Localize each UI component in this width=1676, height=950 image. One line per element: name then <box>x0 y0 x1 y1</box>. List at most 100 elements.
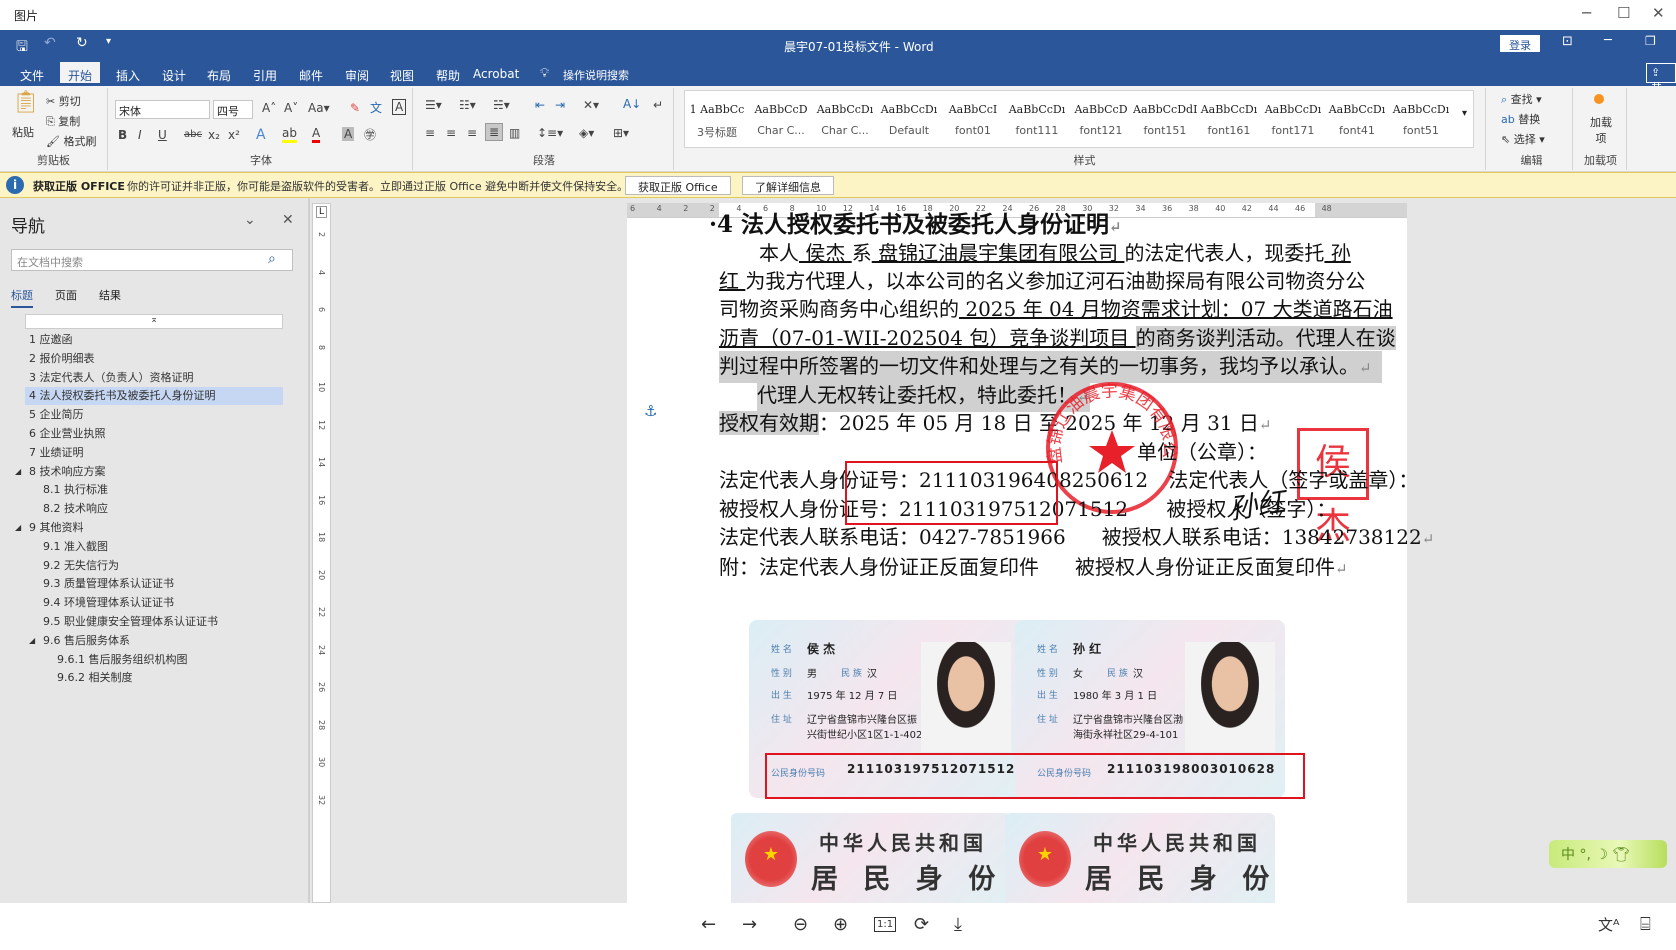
style-font151[interactable]: AaBbCcDdI font151 <box>1133 97 1197 147</box>
tab-review[interactable]: 审阅 <box>337 65 377 86</box>
highlight-icon[interactable]: ab <box>282 126 297 143</box>
strikethrough-button[interactable]: abc <box>184 129 202 140</box>
clear-format-icon[interactable]: ✎ <box>350 101 360 115</box>
align-center-icon[interactable]: ≡ <box>446 126 456 140</box>
subscript-button[interactable]: x₂ <box>208 128 220 142</box>
nav-search-input[interactable]: 在文档中搜索 ⌕ <box>11 249 293 271</box>
save-icon[interactable]: 🖫 <box>16 36 28 60</box>
find-button[interactable]: ⌕ 查找 ▾ <box>1501 91 1542 107</box>
ime-toolbar[interactable]: 中 °, ☽ 👕︎ <box>1549 840 1667 868</box>
minimize-icon[interactable]: ─ <box>1582 4 1591 22</box>
font-color-icon[interactable]: A <box>312 126 321 143</box>
cut-button[interactable]: ✂ 剪切 <box>46 93 81 109</box>
restore-icon[interactable]: ❐ <box>1645 34 1656 48</box>
ime-mode[interactable]: 中 <box>1561 847 1575 863</box>
tab-view[interactable]: 视图 <box>382 65 422 86</box>
document-page[interactable]: ·4 法人授权委托书及被委托人身份证明↵ 本人 侯杰 系 盘锦辽油晨宇集团有限公… <box>627 211 1434 908</box>
replace-button[interactable]: ab 替换 <box>1501 111 1540 127</box>
close-icon[interactable]: ✕ <box>282 212 294 228</box>
bullets-icon[interactable]: ☰▾ <box>425 98 442 112</box>
nav-heading-item[interactable]: 9.1 准入截图 <box>25 538 283 556</box>
copy-button[interactable]: ⎘ 复制 <box>46 113 80 129</box>
char-shading-icon[interactable]: A <box>342 127 355 141</box>
nav-heading-item[interactable]: ◢ 8 技术响应方案 <box>15 463 283 481</box>
expand-triangle-icon[interactable]: ◢ <box>29 632 35 650</box>
customize-qat-icon[interactable]: ▾ <box>106 36 111 47</box>
enclose-char-icon[interactable]: ㊫ <box>364 126 376 143</box>
grow-font-icon[interactable]: A˄ <box>262 101 276 115</box>
get-office-button[interactable]: 获取正版 Office <box>625 176 731 195</box>
text-effects-icon[interactable]: A <box>256 127 266 143</box>
gallery-more-icon[interactable]: ▾ <box>1462 108 1467 119</box>
nav-heading-item[interactable]: 9.6.1 售后服务组织机构图 <box>25 651 283 669</box>
show-marks-icon[interactable]: ↵ <box>653 98 663 112</box>
underline-button[interactable]: U <box>158 128 167 142</box>
justify-icon[interactable]: ≣ <box>485 123 504 141</box>
nav-scrollbar[interactable] <box>308 198 310 903</box>
tab-layout[interactable]: 布局 <box>199 65 239 86</box>
increase-indent-icon[interactable]: ⇥ <box>555 98 565 112</box>
style-font111[interactable]: AaBbCcDı font111 <box>1005 97 1069 147</box>
addins-button[interactable]: 加载项 <box>1589 114 1613 146</box>
download-icon[interactable]: ⤓ <box>954 914 962 935</box>
tab-references[interactable]: 引用 <box>245 65 285 86</box>
ribbon-display-icon[interactable]: ⊡ <box>1562 34 1573 49</box>
tab-help[interactable]: 帮助 <box>428 65 468 86</box>
zoom-in-icon[interactable]: ⊕ <box>833 914 848 935</box>
close-icon[interactable]: ✕ <box>1652 4 1665 22</box>
style-3[interactable]: 1 AaBbCc 3号标题 <box>685 97 749 147</box>
distributed-icon[interactable]: ▥ <box>509 126 520 140</box>
nav-heading-item[interactable]: 2 报价明细表 <box>25 350 283 368</box>
nav-heading-item[interactable]: 3 法定代表人（负责人）资格证明 <box>25 369 283 387</box>
chevron-down-icon[interactable]: ⌄ <box>244 212 256 228</box>
change-case-icon[interactable]: Aa▾ <box>308 101 330 115</box>
nav-heading-item[interactable]: ◢ 9.6 售后服务体系 <box>25 632 283 650</box>
italic-button[interactable]: I <box>138 128 142 142</box>
font-name-select[interactable]: 宋体 <box>115 100 210 119</box>
nav-heading-item[interactable]: ◢ 9 其他资料 <box>15 519 283 537</box>
learn-more-button[interactable]: 了解详细信息 <box>742 176 834 195</box>
nav-heading-item[interactable]: 4 法人授权委托书及被委托人身份证明 <box>25 387 283 406</box>
superscript-button[interactable]: x² <box>228 128 240 142</box>
style-font41[interactable]: AaBbCcDı font41 <box>1325 97 1389 147</box>
expand-triangle-icon[interactable]: ◢ <box>15 463 21 481</box>
nav-heading-item[interactable]: 9.4 环境管理体系认证证书 <box>25 594 283 612</box>
align-right-icon[interactable]: ≡ <box>467 126 477 140</box>
style-font01[interactable]: AaBbCcI font01 <box>941 97 1005 147</box>
paste-icon[interactable]: 📋︎ <box>12 90 40 115</box>
maximize-icon[interactable]: ☐ <box>1617 4 1630 22</box>
arrow-left-icon[interactable]: ← <box>701 914 716 935</box>
nav-tab-pages[interactable]: 页面 <box>55 287 77 303</box>
undo-icon[interactable]: ↶ <box>44 35 56 51</box>
asian-layout-icon[interactable]: ✕▾ <box>583 98 599 112</box>
multilevel-list-icon[interactable]: ☵▾ <box>493 98 510 112</box>
line-spacing-icon[interactable]: ↕≡▾ <box>537 126 563 140</box>
tab-mailings[interactable]: 邮件 <box>291 65 331 86</box>
style-charc[interactable]: AaBbCcDı Char C... <box>813 97 877 147</box>
shading-icon[interactable]: ◈▾ <box>579 126 594 140</box>
nav-tab-headings[interactable]: 标题 <box>11 287 33 308</box>
decrease-indent-icon[interactable]: ⇤ <box>535 98 545 112</box>
style-font51[interactable]: AaBbCcDı font51 <box>1389 97 1453 147</box>
tab-selector-icon[interactable]: L <box>316 206 327 218</box>
numbering-icon[interactable]: ☷▾ <box>459 98 476 112</box>
login-button[interactable]: 登录 <box>1500 35 1540 52</box>
phonetic-guide-icon[interactable]: 文 <box>370 99 382 116</box>
rotate-icon[interactable]: ⟳ <box>914 914 929 935</box>
borders-icon[interactable]: ⊞▾ <box>613 126 629 140</box>
nav-heading-item[interactable]: 9.3 质量管理体系认证证书 <box>25 575 283 593</box>
nav-heading-item[interactable]: 5 企业简历 <box>25 406 283 424</box>
align-left-icon[interactable]: ≡ <box>425 126 435 140</box>
select-button[interactable]: ⇖ 选择 ▾ <box>1501 131 1545 147</box>
nav-heading-item[interactable]: 6 企业营业执照 <box>25 425 283 443</box>
redo-icon[interactable]: ↻ <box>76 35 88 51</box>
expand-triangle-icon[interactable]: ◢ <box>15 519 21 537</box>
nav-heading-item[interactable]: 9.6.2 相关制度 <box>25 669 283 687</box>
tell-me-search[interactable]: 操作说明搜索 <box>563 67 629 83</box>
search-icon[interactable]: ⌕ <box>268 251 276 267</box>
collapse-all-bar[interactable]: ⌅ <box>25 314 283 329</box>
translate-icon[interactable]: 文ᴬ <box>1598 914 1619 935</box>
tab-design[interactable]: 设计 <box>154 65 194 86</box>
nav-heading-item[interactable]: 7 业绩证明 <box>25 444 283 462</box>
actual-size-icon[interactable]: 1:1 <box>874 917 897 932</box>
